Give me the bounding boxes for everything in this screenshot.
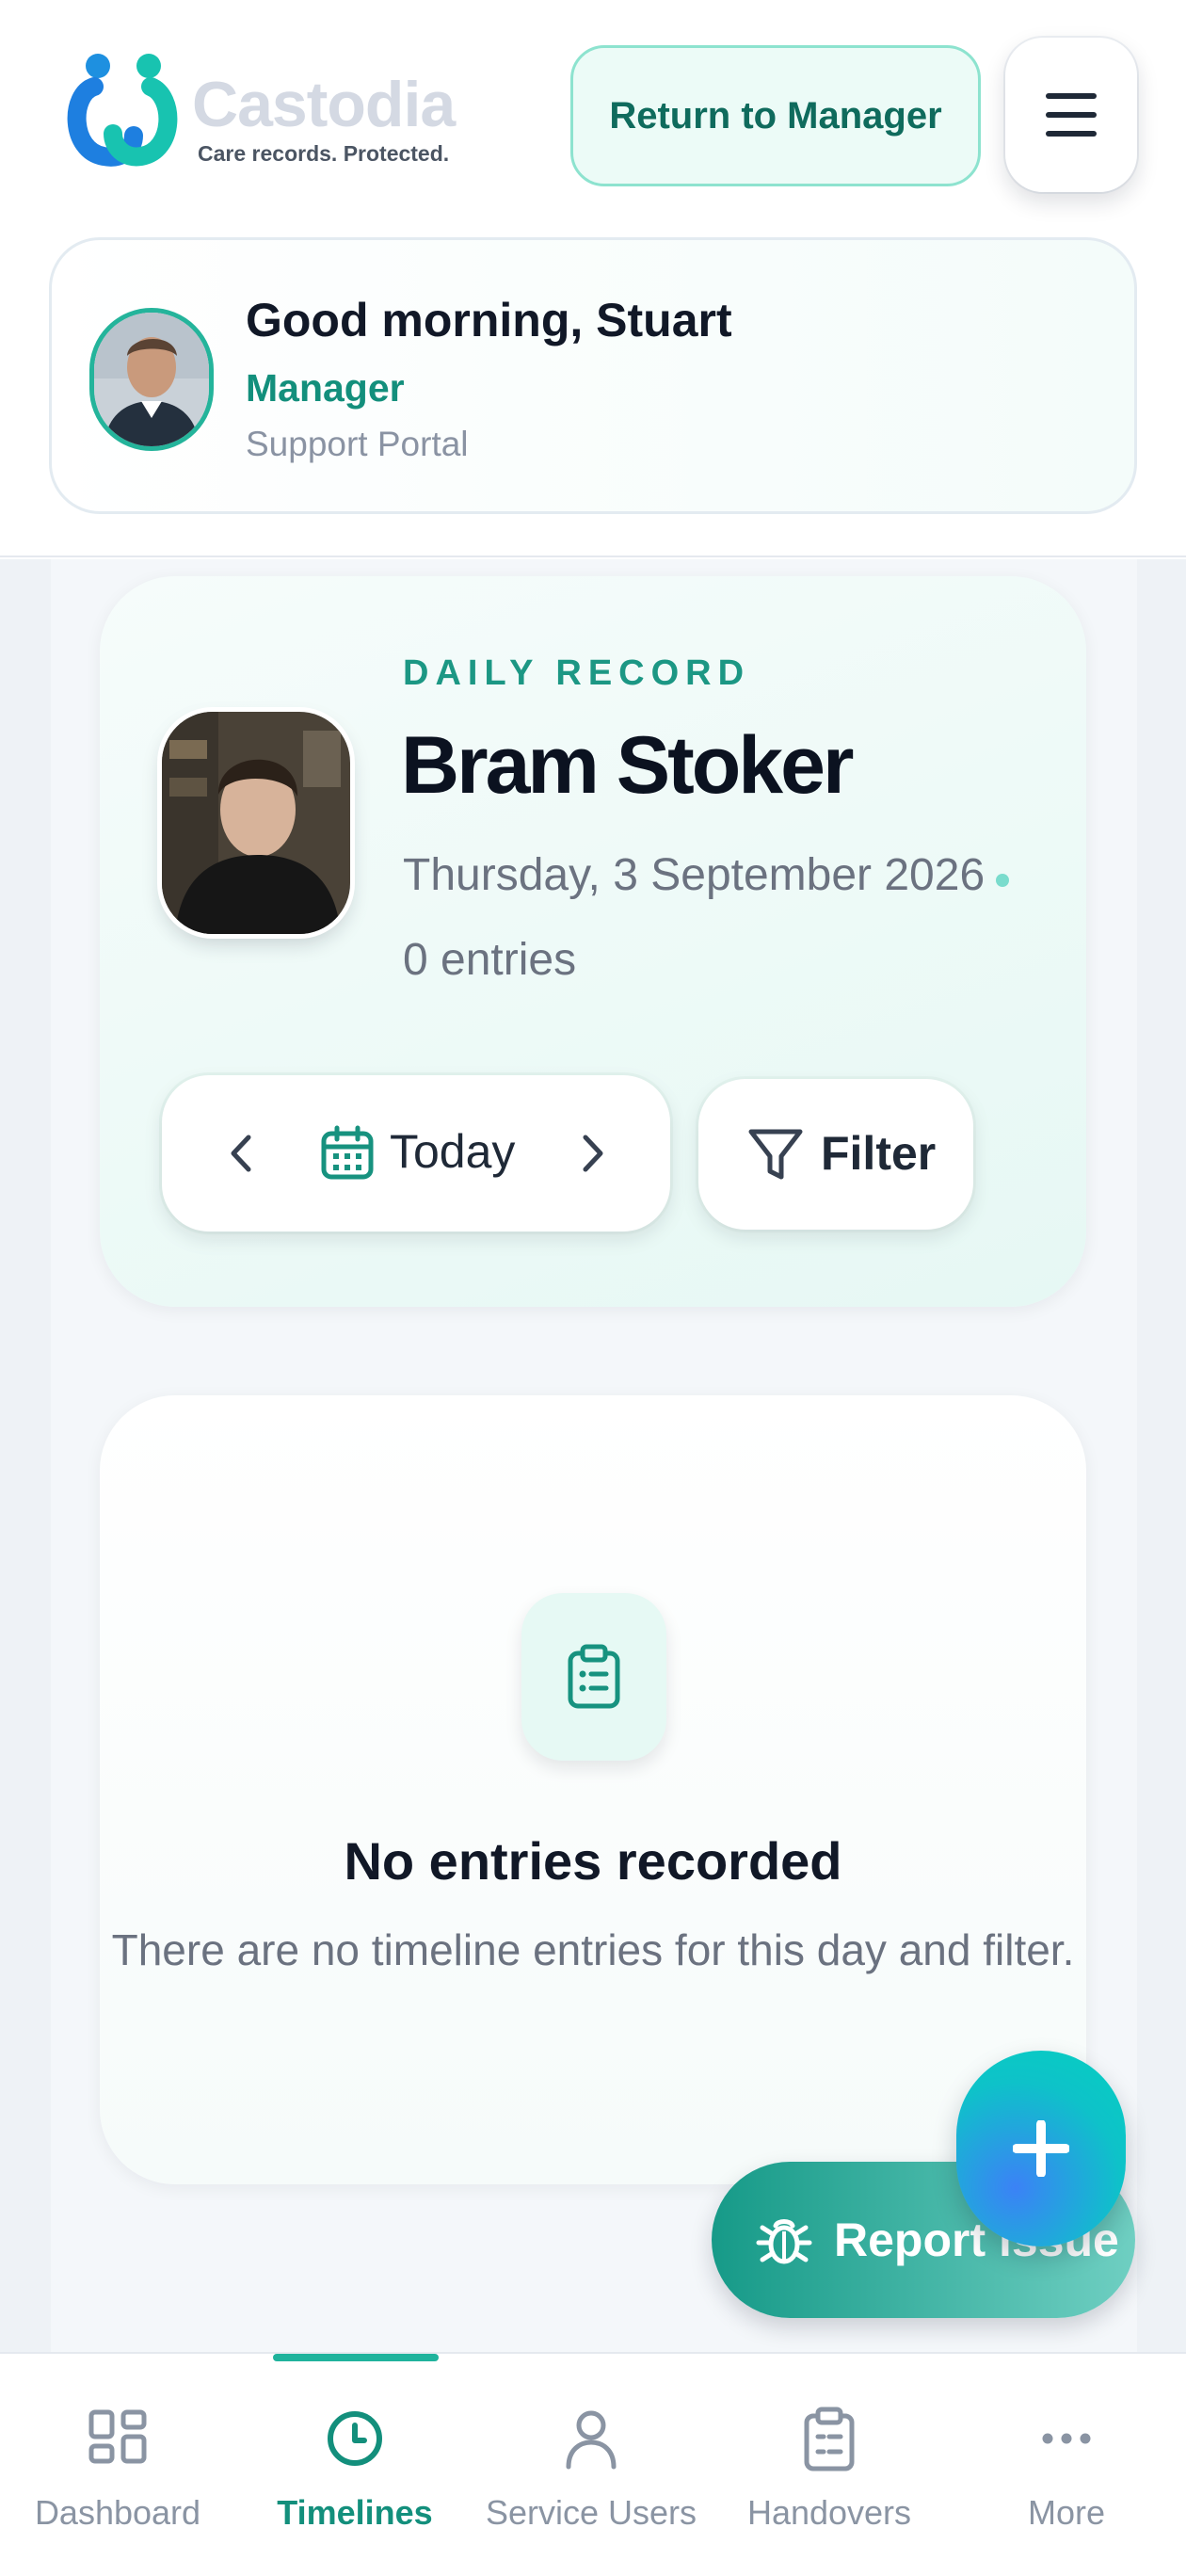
chevron-left-icon	[231, 1135, 251, 1172]
empty-state-title: No entries recorded	[344, 1831, 842, 1891]
manager-photo	[94, 313, 209, 446]
menu-button[interactable]	[1005, 38, 1137, 192]
nav-item-service-users[interactable]: Service Users	[473, 2354, 709, 2576]
clipboard-icon	[804, 2407, 855, 2471]
portal-name: Support Portal	[246, 425, 469, 463]
day-navigator: Today	[162, 1075, 670, 1232]
manager-avatar	[89, 308, 214, 451]
return-to-manager-button[interactable]: Return to Manager	[570, 45, 981, 186]
chevron-right-icon	[583, 1135, 603, 1172]
calendar-icon	[321, 1125, 374, 1180]
record-date: Thursday, 3 September 2026	[403, 850, 986, 900]
nav-label-service-users: Service Users	[485, 2493, 697, 2532]
app-header: Castodia Care records. Protected. Return…	[0, 0, 1186, 557]
next-day-button[interactable]	[563, 1122, 625, 1184]
castodia-logo-icon	[67, 54, 178, 167]
empty-state-subtitle: There are no timeline entries for this d…	[111, 1925, 1075, 1974]
empty-state-card: No entries recorded There are no timelin…	[100, 1395, 1086, 2184]
greeting-card: Good morning, Stuart Manager Support Por…	[49, 237, 1137, 514]
user-icon	[566, 2410, 617, 2470]
service-user-name: Bram Stoker	[401, 720, 854, 811]
nav-item-timelines[interactable]: Timelines	[237, 2354, 473, 2576]
entry-count: 0 entries	[403, 935, 577, 985]
nav-item-handovers[interactable]: Handovers	[712, 2354, 947, 2576]
nav-label-timelines: Timelines	[277, 2493, 433, 2532]
record-kicker: DAILY RECORD	[403, 653, 751, 693]
nav-item-dashboard[interactable]: Dashboard	[0, 2354, 235, 2576]
bug-icon	[756, 2219, 812, 2264]
service-user-portrait	[162, 712, 350, 934]
clipboard-icon	[568, 1644, 620, 1709]
nav-label-more: More	[1027, 2493, 1106, 2532]
user-role: Manager	[246, 366, 405, 410]
more-dots-icon	[1042, 2433, 1091, 2444]
filter-label: Filter	[821, 1127, 937, 1180]
previous-day-button[interactable]	[209, 1122, 271, 1184]
bottom-navigation: Dashboard Timelines Service Users Handov…	[0, 2352, 1186, 2576]
brand-name: Castodia	[192, 69, 456, 140]
empty-state-icon-box	[521, 1593, 666, 1761]
nav-item-more[interactable]: More	[949, 2354, 1184, 2576]
brand-logo[interactable]: Castodia Care records. Protected.	[66, 45, 461, 177]
hamburger-menu-icon	[1046, 93, 1097, 137]
add-entry-button[interactable]	[956, 2051, 1126, 2246]
separator-dot	[996, 874, 1009, 887]
plus-icon	[1013, 2120, 1069, 2177]
daily-record-card: DAILY RECORD Bram Stoker Thursday, 3 Sep…	[100, 576, 1086, 1307]
service-user-photo	[162, 712, 350, 934]
greeting-title: Good morning, Stuart	[246, 294, 732, 346]
dashboard-icon	[88, 2409, 147, 2464]
nav-label-handovers: Handovers	[746, 2493, 912, 2532]
brand-tagline: Care records. Protected.	[198, 141, 450, 166]
filter-button[interactable]: Filter	[698, 1079, 973, 1230]
nav-label-dashboard: Dashboard	[34, 2493, 201, 2532]
filter-icon	[748, 1129, 803, 1180]
today-button[interactable]: Today	[390, 1124, 515, 1179]
clock-icon	[328, 2411, 382, 2466]
